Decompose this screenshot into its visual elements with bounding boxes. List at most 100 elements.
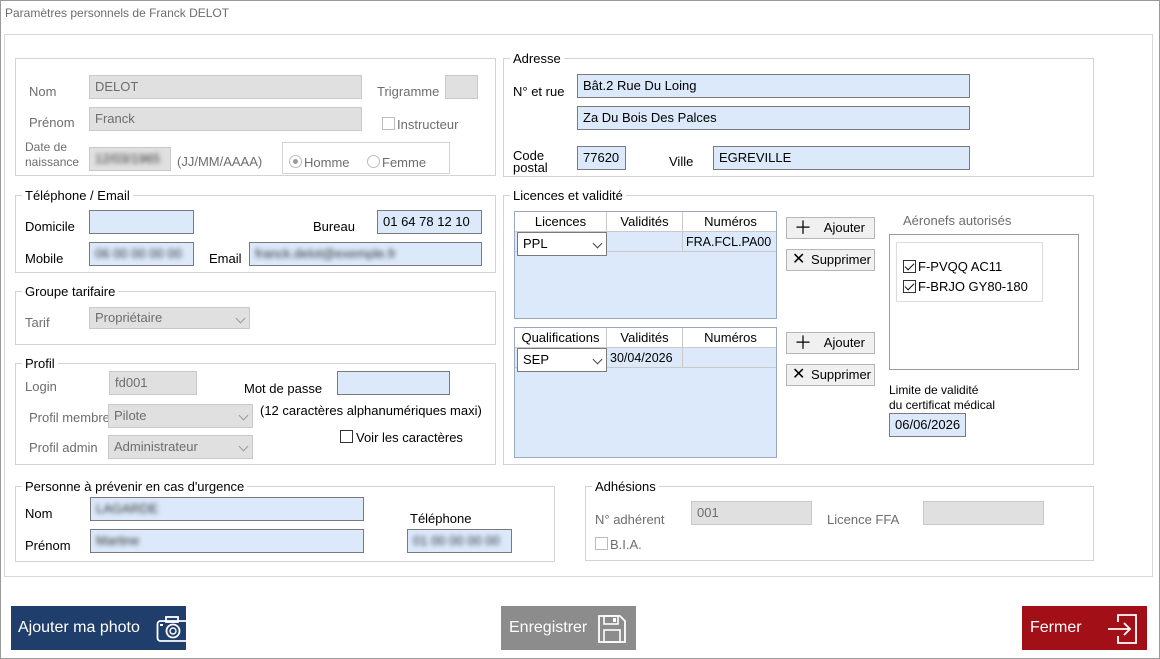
tarif-value: Propriétaire	[95, 310, 163, 325]
prenom-field: Franck	[89, 107, 362, 131]
chevron-down-icon	[238, 441, 249, 452]
licence-validite-cell[interactable]	[607, 232, 683, 252]
aeronefs-label: Aéronefs autorisés	[903, 213, 1012, 228]
plus-icon: ＋	[794, 333, 812, 353]
password-label: Mot de passe	[244, 381, 323, 396]
naissance-field: 12/03/1965	[89, 147, 171, 171]
qualification-type-select[interactable]: SEP	[517, 348, 607, 372]
tarif-label: Tarif	[25, 315, 50, 330]
licence-type-select[interactable]: PPL	[517, 232, 607, 256]
mobile-input[interactable]: 06 00 00 00 00	[89, 242, 194, 266]
rue-line1-input[interactable]: Bât.2 Rue Du Loing	[577, 74, 970, 98]
email-value: franck.delot@exemple.fr	[255, 246, 397, 261]
urgence-nom-value: LAGARDE	[96, 501, 159, 516]
nom-field: DELOT	[89, 75, 362, 99]
email-label: Email	[209, 251, 242, 266]
ffa-label: Licence FFA	[827, 512, 900, 527]
urgence-prenom-input[interactable]: Martine	[90, 529, 364, 553]
aeronef-1-label: F-PVQQ AC11	[918, 259, 1003, 274]
email-input[interactable]: franck.delot@exemple.fr	[249, 242, 482, 266]
chevron-down-icon	[592, 354, 603, 365]
trigramme-label: Trigramme	[377, 84, 440, 99]
qualification-validite-cell[interactable]: 30/04/2026	[607, 348, 683, 368]
delete-licence-label: Supprimer	[811, 252, 871, 267]
add-licence-button[interactable]: ＋ Ajouter	[786, 217, 875, 239]
delete-licence-button[interactable]: ✕ Supprimer	[786, 249, 875, 271]
window-title: Paramètres personnels de Franck DELOT	[5, 6, 230, 20]
bureau-label: Bureau	[313, 219, 355, 234]
close-button[interactable]: Fermer	[1022, 606, 1147, 650]
exit-icon	[1108, 614, 1137, 644]
profil-admin-select: Administrateur	[108, 435, 253, 459]
add-photo-button[interactable]: Ajouter ma photo	[11, 606, 190, 650]
qualification-type-value: SEP	[523, 352, 550, 367]
profil-legend: Profil	[22, 356, 58, 371]
urgence-tel-input[interactable]: 01 00 00 00 00	[407, 529, 512, 553]
trigramme-field	[445, 75, 478, 99]
domicile-input[interactable]	[89, 210, 194, 234]
gender-male-label: Homme	[304, 155, 350, 170]
aeronef-2-checkbox[interactable]	[903, 280, 916, 293]
add-licence-label: Ajouter	[823, 220, 865, 235]
qualification-numero-cell[interactable]	[683, 348, 778, 368]
add-qualification-button[interactable]: ＋ Ajouter	[786, 332, 875, 354]
ville-input[interactable]: EGREVILLE	[713, 146, 970, 170]
qualifications-table: Qualifications Validités Numéros 30/04/2…	[514, 327, 777, 458]
adherent-label: N° adhérent	[595, 512, 665, 527]
profil-membre-select: Pilote	[108, 404, 253, 428]
delete-qualification-button[interactable]: ✕ Supprimer	[786, 364, 875, 386]
bureau-input[interactable]: 01 64 78 12 10	[377, 210, 482, 234]
domicile-label: Domicile	[25, 219, 75, 234]
gender-male-radio	[289, 155, 302, 168]
password-input[interactable]	[337, 371, 450, 395]
licences-numeros-col-header: Numéros	[704, 214, 757, 229]
qualifications-validites-col-header: Validités	[607, 328, 683, 348]
prenom-label: Prénom	[29, 115, 75, 130]
instructeur-label: Instructeur	[397, 117, 459, 132]
chevron-down-icon	[592, 238, 603, 249]
medical-date-input[interactable]: 06/06/2026	[889, 413, 966, 437]
medical-label-line1: Limite de validité	[889, 383, 979, 397]
urgence-nom-input[interactable]: LAGARDE	[90, 497, 364, 521]
licences-table: Licences Validités Numéros FRA.FCL.PA00	[514, 211, 777, 319]
gender-female-radio	[367, 155, 380, 168]
phone-legend: Téléphone / Email	[22, 188, 133, 203]
urgence-nom-label: Nom	[25, 506, 53, 521]
profil-admin-label: Profil admin	[29, 440, 98, 455]
save-button[interactable]: Enregistrer	[501, 606, 636, 650]
chevron-down-icon	[238, 410, 249, 421]
rue-line2-input[interactable]: Za Du Bois Des Palces	[577, 106, 970, 130]
licence-type-value: PPL	[523, 236, 548, 251]
bia-checkbox	[595, 537, 608, 550]
add-qualification-label: Ajouter	[823, 335, 865, 350]
plus-icon: ＋	[794, 218, 812, 238]
qualifications-table-header: Qualifications Validités Numéros	[515, 328, 776, 348]
qualifications-numeros-col-header: Numéros	[704, 330, 757, 345]
licences-validites-col-header: Validités	[607, 212, 683, 232]
gender-female-label: Femme	[382, 155, 427, 170]
close-icon: ✕	[792, 366, 806, 383]
profil-admin-value: Administrateur	[114, 439, 198, 454]
tarif-select: Propriétaire	[89, 307, 250, 329]
adresse-legend: Adresse	[510, 51, 564, 66]
profil-membre-label: Profil membre	[29, 410, 110, 425]
cp-input[interactable]: 77620	[577, 146, 626, 170]
floppy-disk-icon	[598, 615, 626, 643]
naissance-label-line1: Date de	[25, 140, 68, 154]
show-chars-checkbox[interactable]	[340, 430, 353, 443]
aeronef-1-checkbox[interactable]	[903, 260, 916, 273]
licence-numero-cell[interactable]: FRA.FCL.PA00	[683, 232, 778, 252]
licences-table-header: Licences Validités Numéros	[515, 212, 776, 232]
mobile-label: Mobile	[25, 251, 64, 266]
save-label: Enregistrer	[509, 619, 588, 636]
urgence-legend: Personne à prévenir en cas d'urgence	[22, 479, 248, 494]
show-chars-label: Voir les caractères	[356, 430, 463, 445]
tarif-group: Groupe tarifaire	[15, 284, 496, 345]
close-icon: ✕	[792, 251, 806, 268]
licences-col-header: Licences	[515, 212, 607, 232]
instructeur-checkbox	[382, 117, 395, 130]
ffa-field	[923, 501, 1044, 525]
tarif-legend: Groupe tarifaire	[22, 284, 119, 299]
ville-label: Ville	[669, 154, 694, 169]
chevron-down-icon	[235, 313, 246, 324]
